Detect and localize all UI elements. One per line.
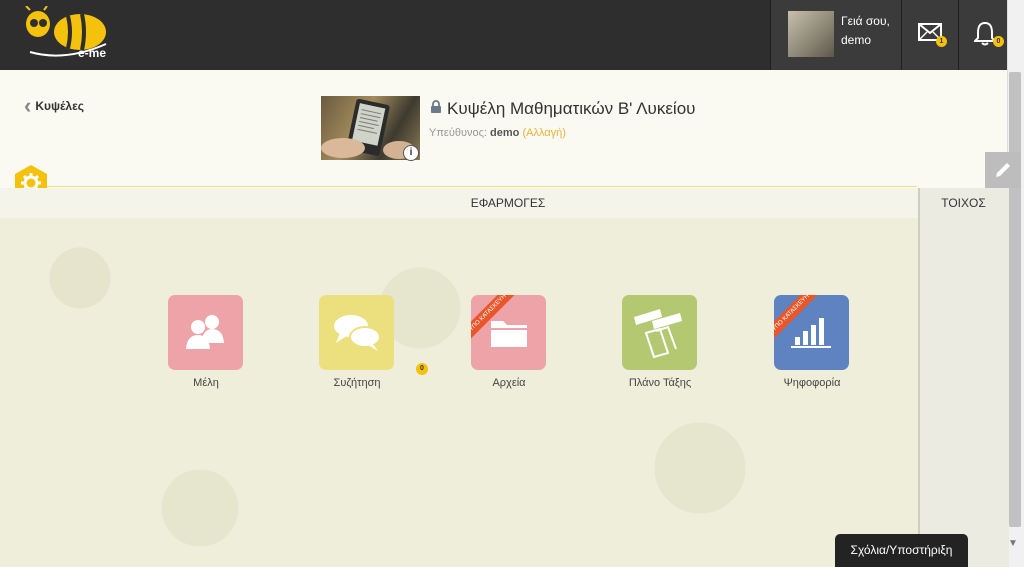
app-class-plan[interactable]: Πλάνο Τάξης (622, 295, 698, 389)
logo-text: e-me (78, 46, 107, 60)
back-to-classrooms-link[interactable]: ‹ Κυψέλες (24, 93, 85, 118)
user-greeting: Γειά σου, demo (841, 12, 890, 50)
greeting-text: Γειά σου, (841, 14, 890, 28)
classroom-title: Κυψέλη Μαθηματικών Β' Λυκείου (447, 99, 696, 118)
chevron-left-icon: ‹ (24, 93, 32, 118)
app-tile[interactable] (622, 295, 697, 370)
tab-wall[interactable]: ΤΟΙΧΟΣ (920, 196, 1007, 210)
back-label: Κυψέλες (35, 99, 85, 113)
tab-wall-label: ΤΟΙΧΟΣ (941, 196, 986, 210)
app-label: Ψηφοφορία (783, 377, 841, 389)
messages-button[interactable]: 1 (901, 0, 958, 70)
scroll-down-icon[interactable]: ▼ (1008, 538, 1018, 549)
scrollbar-thumb[interactable] (1009, 72, 1021, 527)
poll-icon (791, 318, 831, 348)
discussion-count-badge: 0 (416, 363, 428, 375)
owner-name: demo (490, 127, 520, 139)
members-icon (186, 315, 224, 349)
tab-apps[interactable]: ΕΦΑΡΜΟΓΕΣ (0, 196, 1016, 210)
apps-panel (0, 218, 918, 567)
class-plan-icon (634, 309, 682, 359)
app-discussion[interactable]: Συζήτηση (319, 295, 395, 389)
top-bar: e-me Γειά σου, demo 1 0 (0, 0, 1024, 70)
pencil-icon (996, 163, 1010, 177)
app-tile[interactable] (168, 295, 243, 370)
app-label: Συζήτηση (333, 377, 381, 389)
notifications-button[interactable]: 0 (958, 0, 1007, 70)
edit-button[interactable] (985, 152, 1021, 188)
chat-icon (334, 315, 381, 351)
avatar (788, 11, 834, 57)
app-label: Πλάνο Τάξης (628, 377, 692, 389)
user-menu[interactable]: Γειά σου, demo (770, 0, 901, 70)
mail-count-badge: 1 (936, 36, 947, 47)
info-icon[interactable]: i (403, 145, 419, 161)
app-tile[interactable]: ΥΠΟ ΚΑΤΑΣΚΕΥΗ (471, 295, 546, 370)
feedback-support-button[interactable]: Σχόλια/Υποστήριξη (835, 534, 968, 567)
folder-icon (491, 321, 527, 347)
app-members[interactable]: Μέλη (168, 295, 244, 389)
notification-count-badge: 0 (993, 36, 1004, 47)
app-label: Αρχεία (492, 377, 526, 389)
e-me-logo[interactable]: e-me (22, 5, 112, 62)
owner-label: Υπεύθυνος: (429, 127, 487, 139)
username: demo (841, 33, 872, 47)
app-files[interactable]: ΥΠΟ ΚΑΤΑΣΚΕΥΗ Αρχεία (471, 295, 547, 389)
app-tile[interactable] (319, 295, 394, 370)
app-tile[interactable]: ΥΠΟ ΚΑΤΑΣΚΕΥΗ (774, 295, 849, 370)
wall-panel (918, 188, 1009, 567)
header-divider (44, 186, 917, 187)
change-owner-link[interactable]: (Αλλαγή) (522, 127, 565, 139)
owner-line: Υπεύθυνος: demo (Αλλαγή) (429, 127, 566, 139)
tab-apps-label: ΕΦΑΡΜΟΓΕΣ (470, 196, 546, 210)
app-poll[interactable]: ΥΠΟ ΚΑΤΑΣΚΕΥΗ Ψηφοφορία (774, 295, 850, 389)
app-label: Μέλη (193, 377, 219, 389)
lock-icon (431, 100, 441, 113)
